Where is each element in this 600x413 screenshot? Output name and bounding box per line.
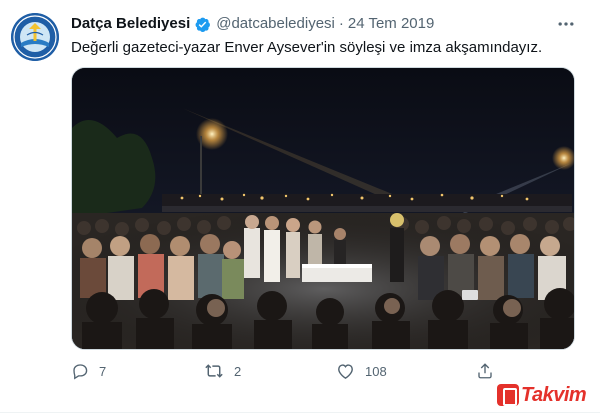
- display-name[interactable]: Datça Belediyesi: [71, 15, 190, 33]
- tweet-date[interactable]: 24 Tem 2019: [348, 15, 434, 33]
- like-button[interactable]: 108: [336, 362, 387, 380]
- retweet-button[interactable]: 2: [204, 362, 241, 380]
- share-icon: [478, 363, 492, 379]
- verified-badge-icon: [194, 16, 211, 33]
- more-options-button[interactable]: [556, 14, 576, 37]
- more-horizontal-icon: [558, 22, 574, 26]
- tweet-text: Değerli gazeteci-yazar Enver Aysever'in …: [71, 39, 543, 56]
- separator-dot: ·: [338, 15, 344, 32]
- reply-button[interactable]: 7: [71, 362, 106, 380]
- avatar[interactable]: [11, 13, 59, 61]
- retweet-icon: [205, 364, 223, 378]
- tweet-card[interactable]: Datça Belediyesi @datcabelediyesi · 24 T…: [0, 0, 600, 413]
- tweet-actions: 7 2 108: [71, 362, 501, 384]
- takvim-watermark: Takvim: [497, 383, 587, 406]
- crowd-night-event-photo: [72, 68, 574, 349]
- municipality-logo-icon: [11, 13, 59, 61]
- takvim-logo-icon: [497, 384, 519, 406]
- heart-icon: [338, 364, 353, 379]
- share-button[interactable]: [476, 362, 494, 380]
- tweet-header: Datça Belediyesi @datcabelediyesi · 24 T…: [71, 15, 434, 33]
- reply-count: 7: [99, 363, 107, 379]
- reply-icon: [73, 364, 88, 380]
- retweet-count: 2: [234, 363, 242, 379]
- tweet-photo[interactable]: [71, 67, 575, 350]
- watermark-text: Takvim: [521, 383, 587, 406]
- user-handle[interactable]: @datcabelediyesi: [216, 15, 335, 33]
- like-count: 108: [365, 363, 387, 379]
